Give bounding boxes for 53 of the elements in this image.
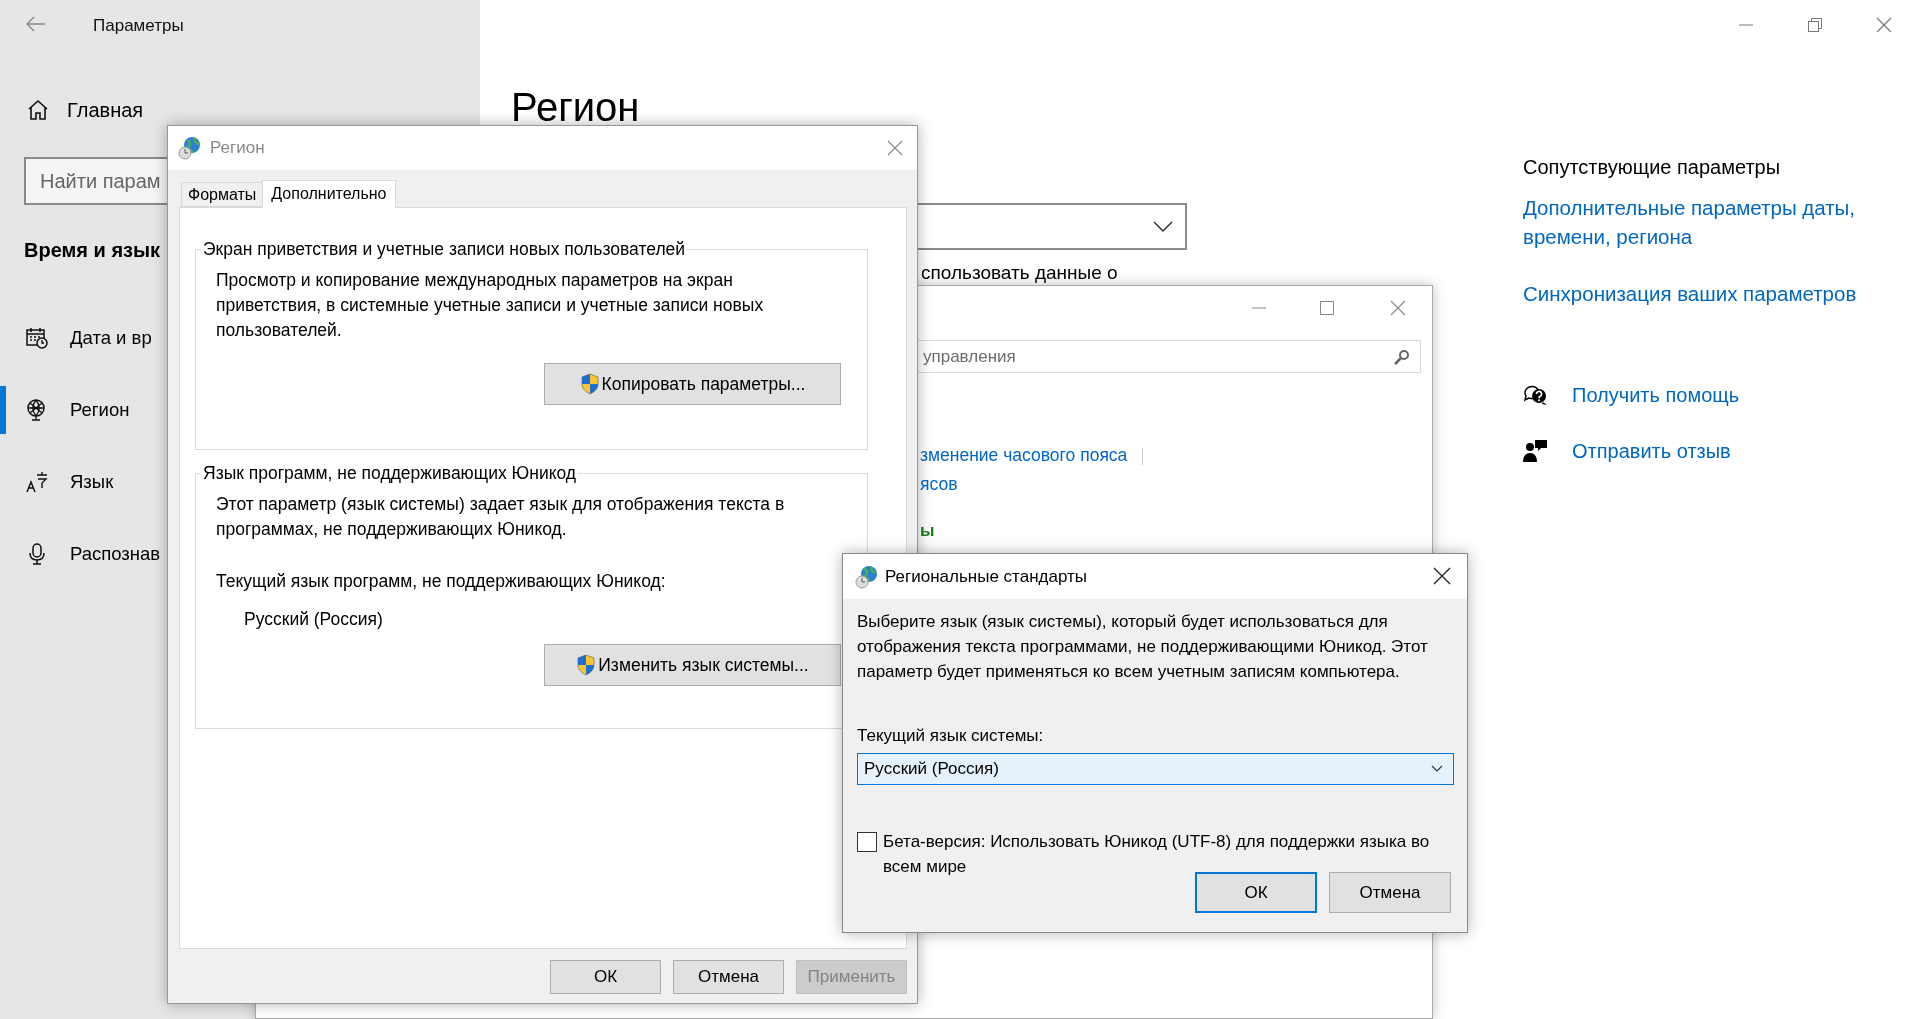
settings-link[interactable]: Дополнительные параметры даты, времени, региона (1523, 193, 1903, 251)
language-dropdown[interactable]: Русский (Россия) (857, 753, 1454, 785)
dialog-button[interactable]: ОК (1195, 872, 1317, 913)
settings-link[interactable]: Синхронизация ваших параметров (1523, 279, 1857, 308)
shield-icon (576, 654, 597, 677)
checkbox[interactable] (857, 832, 877, 852)
tab[interactable]: Дополнительно (262, 180, 396, 208)
support-link[interactable]: Получить помощь (1572, 380, 1740, 410)
search-icon[interactable] (1394, 348, 1410, 365)
globe-clock-icon (855, 564, 879, 589)
control-panel-link[interactable]: зменение часового пояса (920, 445, 1128, 465)
sidebar-item[interactable]: Регион (0, 383, 130, 437)
sidebar-item[interactable]: Распознав (0, 527, 161, 581)
category-heading[interactable]: ы (920, 518, 935, 544)
shield-button[interactable]: Копировать параметры... (544, 363, 841, 406)
field-label: Текущий язык системы: (857, 725, 1044, 747)
sidebar-item[interactable]: Язык (0, 455, 114, 509)
shield-icon (579, 373, 600, 396)
calendar-clock-icon (25, 326, 49, 350)
window-title: Параметры (93, 15, 184, 37)
current-language-value: Русский (Россия) (244, 608, 383, 632)
dialog-title: Регион (210, 137, 265, 160)
restore-icon[interactable] (1807, 17, 1823, 33)
home-link[interactable]: Главная (67, 95, 144, 125)
language-icon (25, 470, 49, 494)
maximize-icon[interactable] (1319, 300, 1335, 316)
back-arrow-icon[interactable] (26, 16, 46, 32)
close-icon[interactable] (1433, 567, 1451, 585)
globe-clock-icon (178, 136, 202, 160)
related-settings-heading: Сопутствующие параметры (1523, 155, 1781, 180)
dialog-title: Региональные стандарты (885, 565, 1087, 588)
home-icon[interactable] (26, 98, 50, 122)
description-text: Выберите язык (язык системы), который будет использоваться для отображения текста программами, не поддерживающими Юникод. Этот параметр будет применяться ко всем учетным записям компьютера. (857, 611, 1429, 683)
support-link[interactable]: Отправить отзыв (1572, 436, 1731, 466)
person-feedback-icon (1523, 439, 1549, 463)
chevron-down-icon (1431, 765, 1443, 773)
description-text: Просмотр и копирование международных параметров на экран приветствия, в системные учетные записи и учетные записи новых пользователей. (216, 269, 765, 343)
dialog-button[interactable]: ОК (550, 960, 661, 994)
chevron-down-icon (1153, 220, 1173, 233)
dialog-button[interactable]: Отмена (673, 960, 784, 994)
section-heading: Время и язык (24, 238, 161, 263)
current-language-label: Текущий язык программ, не поддерживающих Юникод: (216, 570, 666, 594)
group-title: Экран приветствия и учетные записи новых пользователей (202, 238, 687, 261)
shield-button[interactable]: Изменить язык системы... (544, 644, 841, 687)
help-chat-icon (1523, 383, 1549, 407)
dialog-button[interactable]: Отмена (1329, 872, 1451, 913)
page-heading: Регион (511, 84, 640, 131)
group-title: Язык программ, не поддерживающих Юникод (202, 462, 578, 485)
description-text: Этот параметр (язык системы) задает язык для отображения текста в программах, не поддерживающих Юникод. (216, 493, 786, 542)
control-panel-link[interactable]: ясов (920, 474, 958, 494)
partial-label: спользовать данные о (921, 262, 1118, 284)
sidebar-item[interactable]: Дата и вр (0, 311, 152, 365)
tab[interactable]: Форматы (181, 182, 263, 207)
